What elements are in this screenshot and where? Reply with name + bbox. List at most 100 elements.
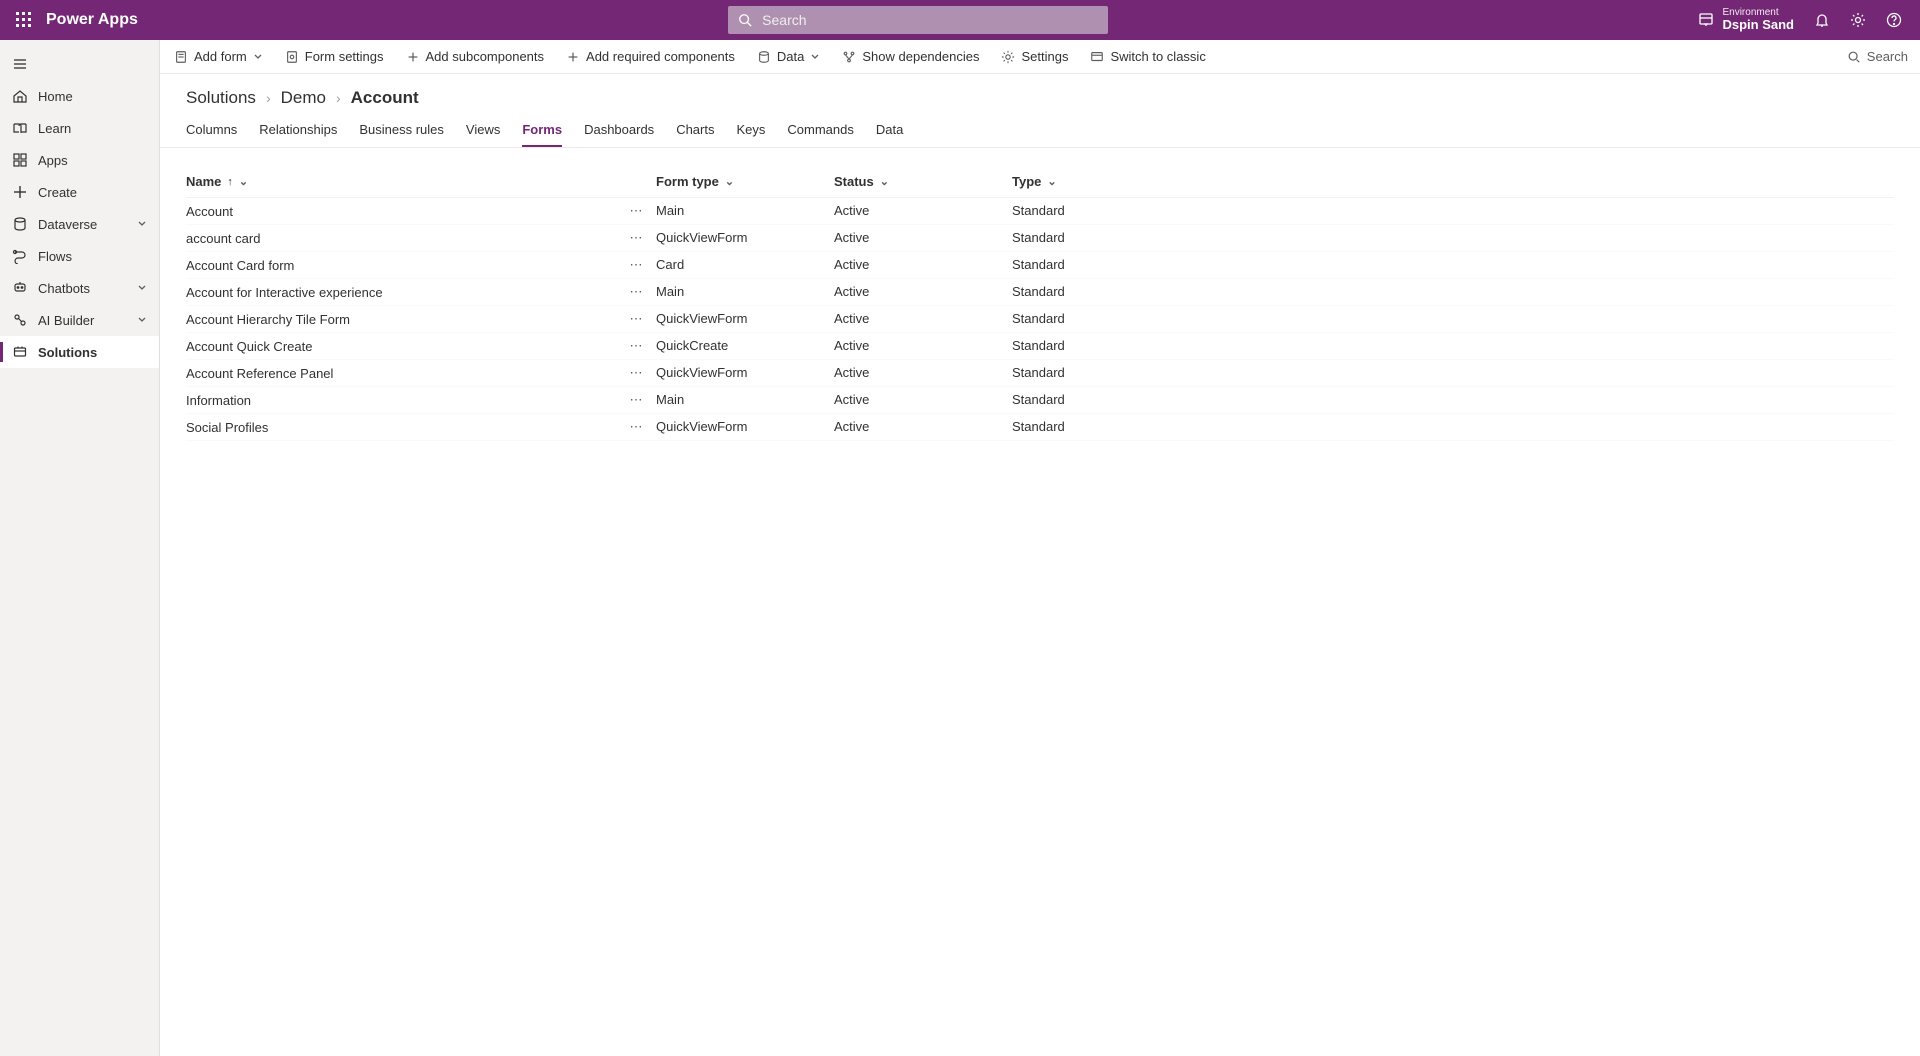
waffle-icon[interactable]: [8, 4, 40, 36]
tab-dashboards[interactable]: Dashboards: [584, 114, 654, 147]
sidebar-item-solutions[interactable]: Solutions: [0, 336, 159, 368]
cell-form-type: Main: [656, 203, 834, 219]
sidebar-item-label: Flows: [38, 249, 72, 264]
solutions-icon: [12, 344, 28, 360]
sidebar-item-flows[interactable]: Flows: [0, 240, 159, 272]
row-more-icon[interactable]: ⋯: [616, 203, 656, 219]
breadcrumb-solutions[interactable]: Solutions: [186, 88, 256, 108]
col-header-type[interactable]: Type ⌄: [1012, 174, 1190, 189]
tab-business-rules[interactable]: Business rules: [359, 114, 444, 147]
table-row[interactable]: account card⋯QuickViewFormActiveStandard: [186, 225, 1894, 252]
hamburger-icon[interactable]: [4, 48, 36, 80]
tab-keys[interactable]: Keys: [736, 114, 765, 147]
table-row[interactable]: Account Hierarchy Tile Form⋯QuickViewFor…: [186, 306, 1894, 333]
table-row[interactable]: Account⋯MainActiveStandard: [186, 198, 1894, 225]
table-row[interactable]: Account Reference Panel⋯QuickViewFormAct…: [186, 360, 1894, 387]
table-row[interactable]: Account Card form⋯CardActiveStandard: [186, 252, 1894, 279]
environment-label: Environment: [1722, 7, 1794, 18]
row-more-icon[interactable]: ⋯: [616, 338, 656, 354]
environment-picker[interactable]: Environment Dspin Sand: [1698, 7, 1794, 32]
search-icon: [738, 13, 752, 27]
cmd-add-required[interactable]: Add required components: [564, 45, 737, 68]
col-header-name[interactable]: Name ↑ ⌄: [186, 174, 616, 189]
chevron-down-icon: ⌄: [725, 175, 734, 188]
cmd-data[interactable]: Data: [755, 45, 822, 68]
col-header-label: Status: [834, 174, 874, 189]
row-more-icon[interactable]: ⋯: [616, 230, 656, 246]
command-bar-search[interactable]: Search: [1847, 49, 1908, 64]
settings-icon[interactable]: [1840, 2, 1876, 38]
sidebar-item-label: Create: [38, 185, 77, 200]
sidebar-item-home[interactable]: Home: [0, 80, 159, 112]
sidebar-item-dataverse[interactable]: Dataverse: [0, 208, 159, 240]
breadcrumb-demo[interactable]: Demo: [281, 88, 326, 108]
apps-icon: [12, 152, 28, 168]
col-header-label: Name: [186, 174, 221, 189]
breadcrumb-separator: ›: [336, 90, 341, 106]
sidebar-item-chatbots[interactable]: Chatbots: [0, 272, 159, 304]
form-settings-icon: [285, 50, 299, 64]
sidebar-item-create[interactable]: Create: [0, 176, 159, 208]
col-header-form-type[interactable]: Form type ⌄: [656, 174, 834, 189]
tab-forms[interactable]: Forms: [522, 114, 562, 147]
row-more-icon[interactable]: ⋯: [616, 284, 656, 300]
tab-columns[interactable]: Columns: [186, 114, 237, 147]
cell-type: Standard: [1012, 284, 1190, 300]
sidebar-item-label: Dataverse: [38, 217, 97, 232]
cmd-label: Settings: [1021, 49, 1068, 64]
tab-commands[interactable]: Commands: [787, 114, 853, 147]
dependencies-icon: [842, 50, 856, 64]
cell-form-type: QuickViewForm: [656, 230, 834, 246]
tab-views[interactable]: Views: [466, 114, 500, 147]
app-header: Power Apps Environment Dspin Sand: [0, 0, 1920, 40]
row-more-icon[interactable]: ⋯: [616, 257, 656, 273]
row-more-icon[interactable]: ⋯: [616, 311, 656, 327]
sidebar-item-label: Solutions: [38, 345, 97, 360]
cell-status: Active: [834, 230, 1012, 246]
chevron-down-icon: ⌄: [1047, 175, 1056, 188]
col-header-status[interactable]: Status ⌄: [834, 174, 1012, 189]
cell-form-type: QuickViewForm: [656, 311, 834, 327]
app-brand[interactable]: Power Apps: [46, 11, 138, 29]
sidebar-item-learn[interactable]: Learn: [0, 112, 159, 144]
tab-relationships[interactable]: Relationships: [259, 114, 337, 147]
cmd-add-form[interactable]: Add form: [172, 45, 265, 68]
row-more-icon[interactable]: ⋯: [616, 392, 656, 408]
global-search-input[interactable]: [728, 6, 1108, 34]
cell-type: Standard: [1012, 230, 1190, 246]
row-more-icon[interactable]: ⋯: [616, 365, 656, 381]
search-icon: [1847, 50, 1861, 64]
sidebar-item-ai-builder[interactable]: AI Builder: [0, 304, 159, 336]
chevron-down-icon: [137, 219, 147, 229]
cmd-add-subcomponents[interactable]: Add subcomponents: [404, 45, 547, 68]
cell-status: Active: [834, 311, 1012, 327]
cell-form-type: QuickViewForm: [656, 365, 834, 381]
tab-data[interactable]: Data: [876, 114, 903, 147]
cmd-settings[interactable]: Settings: [999, 45, 1070, 68]
plus-icon: [406, 50, 420, 64]
cell-status: Active: [834, 284, 1012, 300]
table-row[interactable]: Account Quick Create⋯QuickCreateActiveSt…: [186, 333, 1894, 360]
cell-type: Standard: [1012, 419, 1190, 435]
breadcrumb-separator: ›: [266, 90, 271, 106]
cell-type: Standard: [1012, 392, 1190, 408]
table-row[interactable]: Social Profiles⋯QuickViewFormActiveStand…: [186, 414, 1894, 441]
notifications-icon[interactable]: [1804, 2, 1840, 38]
help-icon[interactable]: [1876, 2, 1912, 38]
cell-type: Standard: [1012, 203, 1190, 219]
left-sidebar: Home Learn Apps: [0, 40, 160, 1056]
table-row[interactable]: Information⋯MainActiveStandard: [186, 387, 1894, 414]
tab-charts[interactable]: Charts: [676, 114, 714, 147]
cell-name: Account Card form: [186, 257, 616, 273]
table-row[interactable]: Account for Interactive experience⋯MainA…: [186, 279, 1894, 306]
flows-icon: [12, 248, 28, 264]
sidebar-item-apps[interactable]: Apps: [0, 144, 159, 176]
cell-name: Account for Interactive experience: [186, 284, 616, 300]
row-more-icon[interactable]: ⋯: [616, 419, 656, 435]
chevron-down-icon: [810, 52, 820, 62]
cmd-form-settings[interactable]: Form settings: [283, 45, 386, 68]
cmd-switch-classic[interactable]: Switch to classic: [1088, 45, 1207, 68]
cmd-show-dependencies[interactable]: Show dependencies: [840, 45, 981, 68]
cell-form-type: Main: [656, 392, 834, 408]
cell-name: Account: [186, 203, 616, 219]
